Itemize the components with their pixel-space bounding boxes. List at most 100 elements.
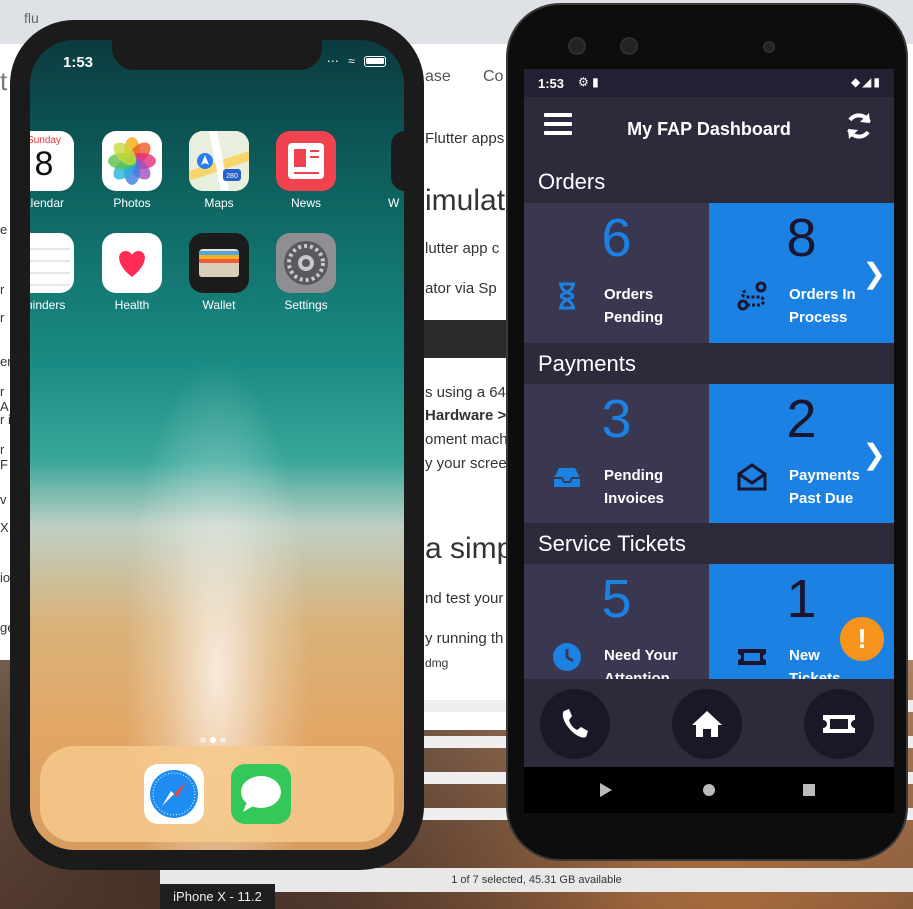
app-label-reminders: minders bbox=[30, 298, 66, 312]
doc-text: dmg bbox=[425, 656, 449, 670]
card-label-line: Pending bbox=[604, 467, 664, 484]
doc-text: s using a 64 bbox=[425, 384, 506, 401]
card-label: Orders Pending bbox=[604, 283, 663, 329]
app-label-settings: Settings bbox=[284, 298, 328, 312]
android-emulator: 1:53 ⚙ ▮ ◆◢▮ My FAP Dashboard Orders 6 O… bbox=[506, 3, 908, 861]
signal-icon: ⋯ bbox=[326, 54, 342, 68]
browser-nav-item[interactable]: Co bbox=[483, 68, 503, 86]
orders-in-process-card[interactable]: 8 Orders In Process ❯ bbox=[709, 203, 894, 343]
home-icon bbox=[692, 711, 722, 737]
doc-heading: a simp bbox=[425, 532, 514, 565]
payments-past-due-card[interactable]: 2 Payments Past Due ❯ bbox=[709, 384, 894, 524]
app-label-wallet: Wallet bbox=[202, 298, 236, 312]
tickets-button[interactable] bbox=[804, 689, 874, 759]
app-label-partial: W bbox=[388, 196, 400, 210]
browser-url[interactable]: flu bbox=[24, 10, 39, 26]
phone-icon bbox=[562, 709, 588, 738]
left-fragment: e bbox=[0, 222, 8, 237]
news-app-icon[interactable] bbox=[276, 131, 336, 191]
sensor-icon bbox=[763, 41, 775, 53]
app-label-health: Health bbox=[114, 298, 150, 312]
ticket-icon bbox=[738, 649, 766, 665]
card-label: Payments Past Due bbox=[789, 464, 860, 510]
front-camera-icon bbox=[620, 37, 638, 55]
browser-nav-item[interactable]: ase bbox=[425, 68, 451, 86]
iphone-simulator: 1:53 ⋯ ≈ Sunday 8 alendar bbox=[10, 20, 424, 870]
android-status-bar: 1:53 ⚙ ▮ ◆◢▮ bbox=[524, 69, 894, 97]
card-count: 6 bbox=[601, 208, 632, 268]
simulator-caption: iPhone X - 11.2 bbox=[160, 884, 275, 909]
orders-pending-card[interactable]: 6 Orders Pending bbox=[524, 203, 709, 343]
doc-text: y running th bbox=[425, 630, 504, 647]
hourglass-icon bbox=[559, 282, 575, 310]
left-fragment: X bbox=[0, 520, 9, 535]
doc-text: ator via Sp bbox=[425, 280, 497, 297]
clock-icon bbox=[553, 643, 581, 671]
reminders-app-icon[interactable] bbox=[30, 233, 74, 293]
ios-dock bbox=[40, 746, 394, 842]
alert-fab-button[interactable]: ! bbox=[840, 617, 884, 661]
android-status-icons: ◆◢▮ bbox=[850, 75, 882, 89]
route-icon bbox=[737, 281, 767, 311]
home-circle-icon[interactable] bbox=[703, 784, 715, 796]
phone-button[interactable] bbox=[540, 689, 610, 759]
card-label-line: Payments bbox=[789, 467, 860, 484]
messages-app-icon[interactable] bbox=[231, 764, 291, 824]
calendar-app-icon[interactable]: Sunday 8 bbox=[30, 131, 74, 191]
home-button[interactable] bbox=[672, 689, 742, 759]
card-label-line: Past Due bbox=[789, 490, 854, 507]
app-label-maps: Maps bbox=[204, 196, 234, 210]
app-title: My FAP Dashboard bbox=[627, 119, 791, 139]
card-label-line: Pending bbox=[604, 309, 664, 326]
wifi-icon: ≈ bbox=[348, 54, 358, 68]
wallet-app-icon[interactable] bbox=[189, 233, 249, 293]
card-label-line: Orders bbox=[604, 286, 654, 303]
ios-status-time: 1:53 bbox=[63, 54, 94, 71]
back-icon[interactable] bbox=[600, 783, 612, 797]
left-fragment: io bbox=[0, 570, 11, 585]
card-count: 5 bbox=[601, 569, 632, 629]
iphone-notch bbox=[112, 40, 322, 70]
refresh-icon[interactable] bbox=[842, 109, 876, 143]
left-fragment: r bbox=[0, 282, 5, 297]
card-label-line: Process bbox=[789, 309, 848, 326]
photos-app-icon[interactable] bbox=[102, 131, 162, 191]
left-fragment: r bbox=[0, 310, 5, 325]
left-fragment: v bbox=[0, 492, 7, 507]
wallet-partial-app-icon[interactable] bbox=[391, 131, 404, 191]
safari-app-icon[interactable] bbox=[144, 764, 204, 824]
recents-icon[interactable] bbox=[803, 784, 815, 796]
ticket-icon bbox=[823, 715, 855, 733]
envelope-open-icon bbox=[737, 463, 767, 491]
doc-text: Flutter apps bbox=[425, 130, 505, 147]
calendar-date: 8 bbox=[34, 145, 54, 183]
health-app-icon[interactable] bbox=[102, 233, 162, 293]
section-title-orders: Orders bbox=[524, 161, 894, 203]
doc-code-block bbox=[415, 320, 515, 358]
android-system-nav bbox=[524, 767, 894, 813]
section-title-service-tickets: Service Tickets bbox=[524, 523, 894, 565]
doc-text: oment mach bbox=[425, 431, 508, 448]
card-label-line: Invoices bbox=[604, 490, 665, 507]
doc-text: nd test your bbox=[425, 590, 504, 607]
doc-heading: imulat bbox=[425, 184, 506, 217]
card-count: 3 bbox=[601, 389, 632, 449]
card-label-line: Orders In bbox=[789, 286, 856, 303]
card-label-line: New bbox=[789, 647, 820, 664]
chevron-right-icon[interactable]: ❯ bbox=[863, 438, 886, 471]
pending-invoices-card[interactable]: 3 Pending Invoices bbox=[524, 384, 709, 524]
doc-text: lutter app c bbox=[425, 240, 500, 257]
maps-app-icon[interactable]: 280 bbox=[189, 131, 249, 191]
section-title-payments: Payments bbox=[524, 343, 894, 385]
app-label-photos: Photos bbox=[113, 196, 151, 210]
battery-icon bbox=[364, 56, 386, 68]
settings-app-icon[interactable] bbox=[276, 233, 336, 293]
card-label: Pending Invoices bbox=[604, 464, 664, 510]
card-label-line: Need Your bbox=[604, 647, 678, 664]
chevron-right-icon[interactable]: ❯ bbox=[863, 257, 886, 290]
android-status-time: 1:53 bbox=[538, 76, 565, 91]
card-label: Orders In Process bbox=[789, 283, 856, 329]
doc-text: y your scree bbox=[425, 455, 507, 472]
app-bar: My FAP Dashboard bbox=[524, 97, 894, 161]
ios-status-icons: ⋯ ≈ bbox=[327, 54, 386, 68]
